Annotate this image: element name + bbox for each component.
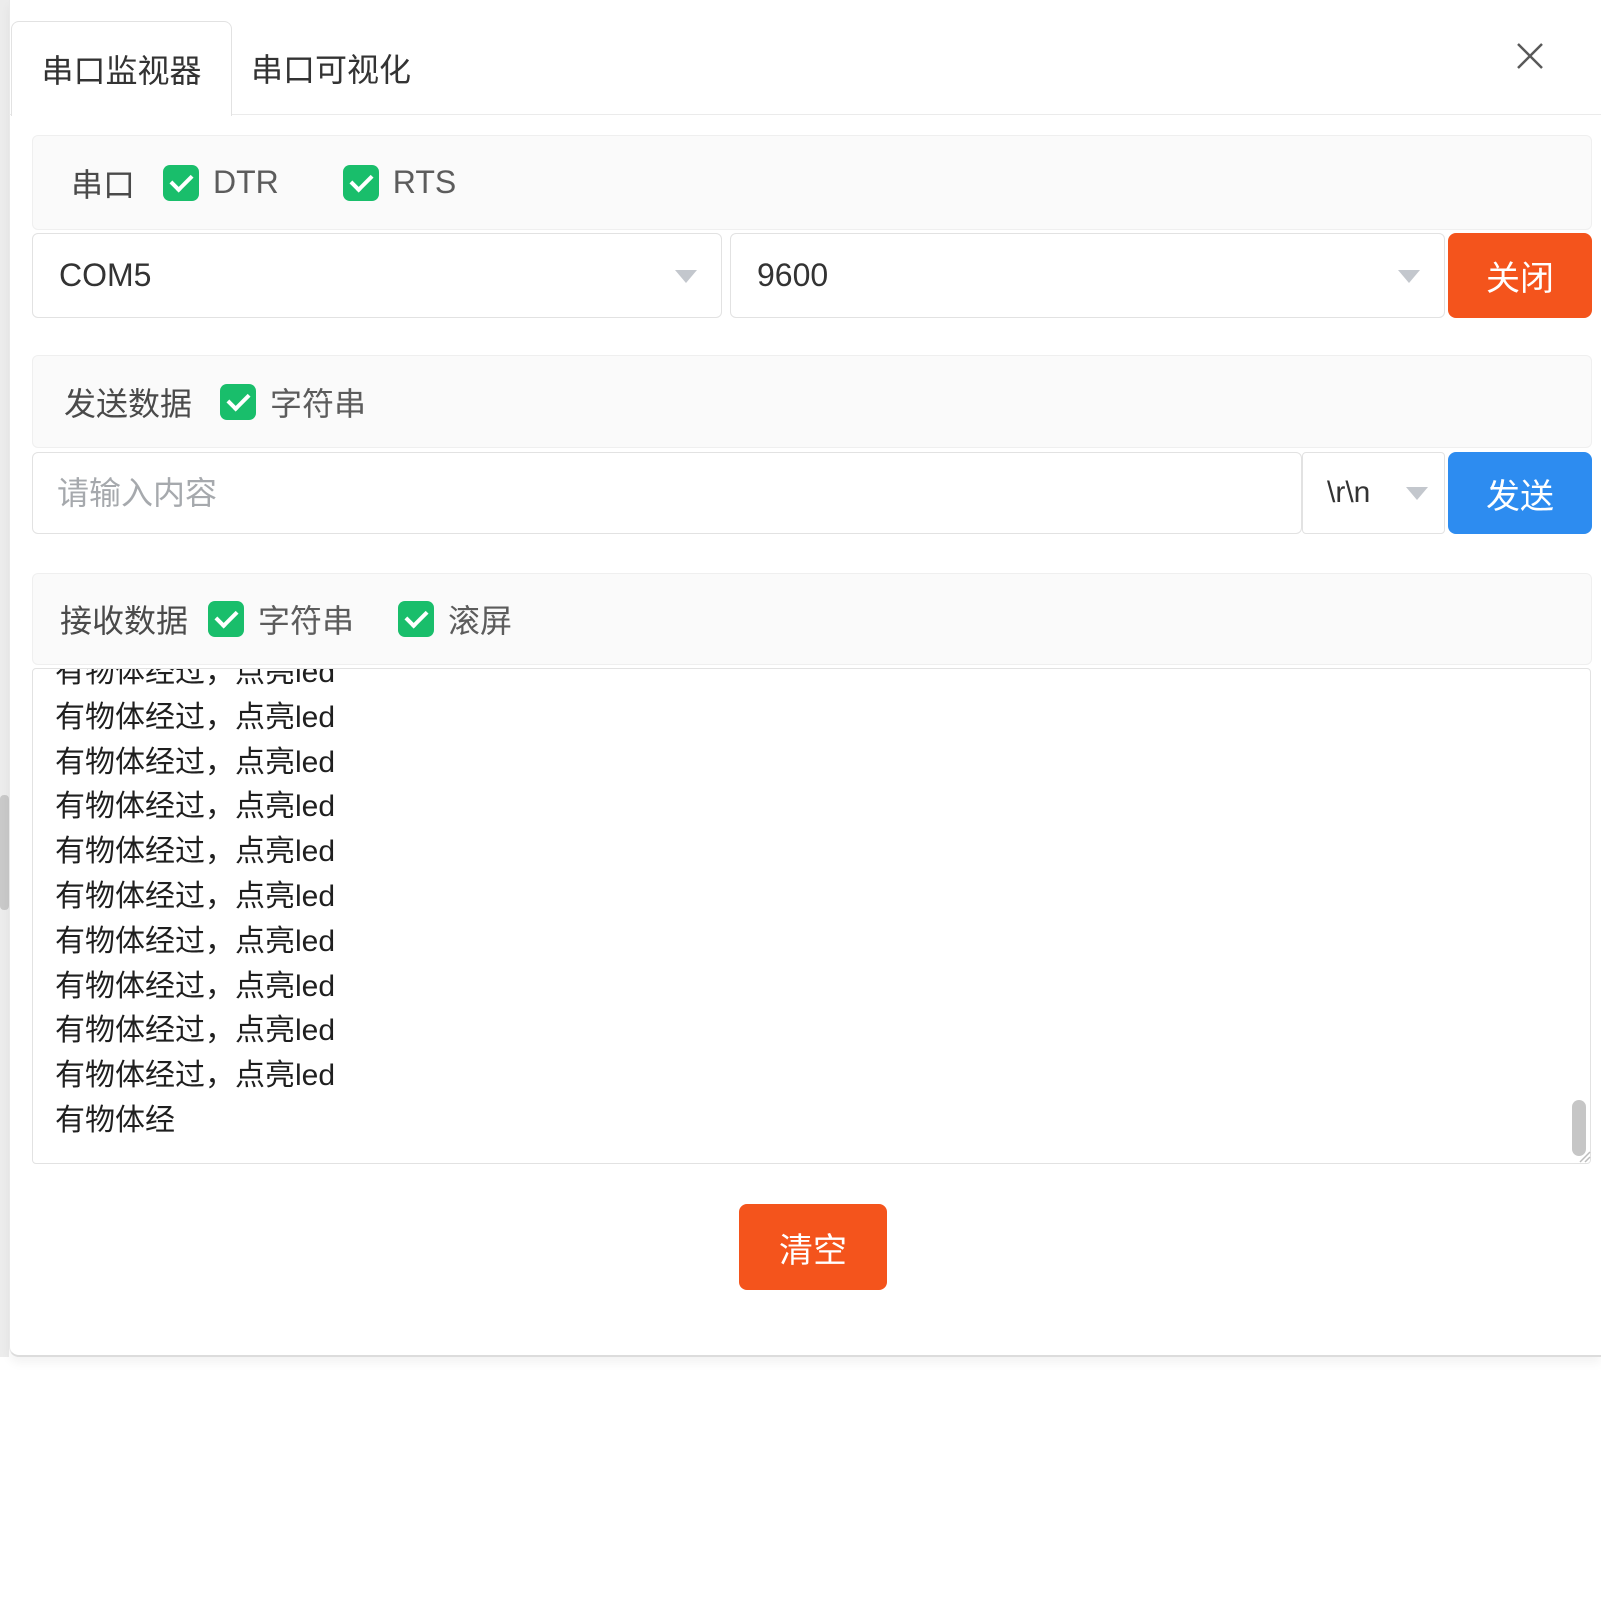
rts-label: RTS (393, 164, 456, 201)
resize-grip-icon[interactable] (1576, 1148, 1591, 1163)
port-select[interactable]: COM5 (32, 233, 722, 318)
autoscroll-checkbox[interactable] (398, 601, 434, 637)
serial-port-section: 串口 DTR RTS (32, 135, 1592, 230)
received-line: 有物体经过，点亮led (55, 875, 1560, 920)
send-input[interactable] (33, 453, 1301, 533)
send-data-label: 发送数据 (64, 379, 192, 425)
page-scrollbar-thumb[interactable] (0, 795, 9, 910)
send-data-section: 发送数据 字符串 (32, 355, 1592, 448)
received-line: 有物体经过，点亮led (55, 668, 1560, 696)
rts-checkbox[interactable] (343, 165, 379, 201)
close-icon (1512, 38, 1548, 74)
received-line: 有物体经过，点亮led (55, 696, 1560, 741)
received-lines: 有物体经过，点亮led有物体经过，点亮led有物体经过，点亮led有物体经过，点… (33, 668, 1590, 1144)
chevron-down-icon (675, 270, 697, 283)
tab-serial-visualization-label: 串口可视化 (251, 45, 411, 91)
send-input-box (32, 452, 1302, 534)
receive-data-label: 接收数据 (60, 596, 188, 642)
close-port-button-label: 关闭 (1486, 251, 1554, 300)
serial-port-label: 串口 (71, 160, 135, 206)
line-ending-value: \r\n (1303, 476, 1370, 510)
chevron-down-icon (1398, 270, 1420, 283)
received-line: 有物体经过，点亮led (55, 965, 1560, 1010)
dtr-checkbox[interactable] (163, 165, 199, 201)
tab-serial-visualization[interactable]: 串口可视化 (233, 21, 429, 115)
page-scrollbar-track[interactable] (0, 0, 9, 1357)
received-line: 有物体经过，点亮led (55, 785, 1560, 830)
receive-string-label: 字符串 (258, 596, 354, 642)
port-select-value: COM5 (33, 257, 151, 294)
received-line: 有物体经 (55, 1099, 1560, 1144)
baud-select[interactable]: 9600 (730, 233, 1445, 318)
tab-serial-monitor[interactable]: 串口监视器 (11, 21, 232, 116)
line-ending-select[interactable]: \r\n (1302, 452, 1445, 534)
tab-serial-monitor-label: 串口监视器 (41, 46, 201, 92)
close-port-button[interactable]: 关闭 (1448, 233, 1592, 318)
send-button-label: 发送 (1486, 469, 1554, 518)
received-data-area[interactable]: 有物体经过，点亮led有物体经过，点亮led有物体经过，点亮led有物体经过，点… (32, 668, 1591, 1164)
clear-button[interactable]: 清空 (739, 1204, 887, 1290)
received-line: 有物体经过，点亮led (55, 1009, 1560, 1054)
received-line: 有物体经过，点亮led (55, 741, 1560, 786)
received-line: 有物体经过，点亮led (55, 830, 1560, 875)
received-line: 有物体经过，点亮led (55, 920, 1560, 965)
close-dialog-button[interactable] (1506, 32, 1554, 80)
receive-string-checkbox[interactable] (208, 601, 244, 637)
send-button[interactable]: 发送 (1448, 452, 1592, 534)
received-line: 有物体经过，点亮led (55, 1054, 1560, 1099)
screen: 串口监视器 串口可视化 串口 DTR RTS COM5 9600 关闭 发送数据… (0, 0, 1601, 1601)
send-string-label: 字符串 (270, 379, 366, 425)
receive-data-section: 接收数据 字符串 滚屏 (32, 573, 1592, 665)
baud-select-value: 9600 (731, 257, 828, 294)
clear-button-label: 清空 (779, 1223, 847, 1272)
dtr-label: DTR (213, 164, 279, 201)
chevron-down-icon (1406, 487, 1428, 500)
autoscroll-label: 滚屏 (448, 596, 512, 642)
send-string-checkbox[interactable] (220, 384, 256, 420)
